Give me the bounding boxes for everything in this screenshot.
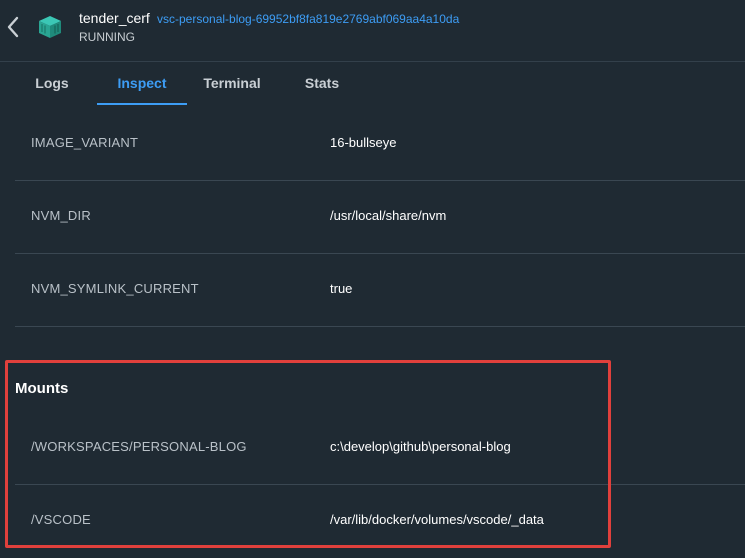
- env-key: NVM_DIR: [31, 208, 91, 223]
- env-row: IMAGE_VARIANT 16-bullseye: [15, 108, 745, 181]
- tab-bar: Logs Inspect Terminal Stats: [0, 62, 745, 106]
- active-tab-indicator: [97, 103, 187, 105]
- env-row: NVM_SYMLINK_CURRENT true: [15, 254, 745, 327]
- mount-row: /WORKSPACES/PERSONAL-BLOG c:\develop\git…: [15, 412, 745, 485]
- tab-stats[interactable]: Stats: [292, 62, 352, 106]
- container-header: tender_cerf vsc-personal-blog-69952bf8fa…: [0, 0, 745, 62]
- container-icon: [36, 14, 64, 40]
- mounts-section-title: Mounts: [15, 380, 69, 397]
- back-chevron-icon[interactable]: [4, 14, 22, 40]
- container-status: RUNNING: [79, 30, 135, 44]
- mount-key: /WORKSPACES/PERSONAL-BLOG: [31, 439, 247, 454]
- env-value: true: [330, 281, 353, 296]
- image-name-link[interactable]: vsc-personal-blog-69952bf8fa819e2769abf0…: [157, 12, 459, 26]
- tab-logs[interactable]: Logs: [22, 62, 82, 106]
- tab-terminal[interactable]: Terminal: [192, 62, 272, 106]
- env-key: IMAGE_VARIANT: [31, 135, 139, 150]
- container-name: tender_cerf: [79, 10, 150, 26]
- mount-value: /var/lib/docker/volumes/vscode/_data: [330, 512, 544, 527]
- env-value: /usr/local/share/nvm: [330, 208, 447, 223]
- mount-key: /VSCODE: [31, 512, 91, 527]
- env-value: 16-bullseye: [330, 135, 397, 150]
- env-row: NVM_DIR /usr/local/share/nvm: [15, 181, 745, 254]
- env-key: NVM_SYMLINK_CURRENT: [31, 281, 199, 296]
- tab-inspect[interactable]: Inspect: [97, 62, 187, 106]
- mount-row: /VSCODE /var/lib/docker/volumes/vscode/_…: [15, 485, 745, 558]
- mount-value: c:\develop\github\personal-blog: [330, 439, 511, 454]
